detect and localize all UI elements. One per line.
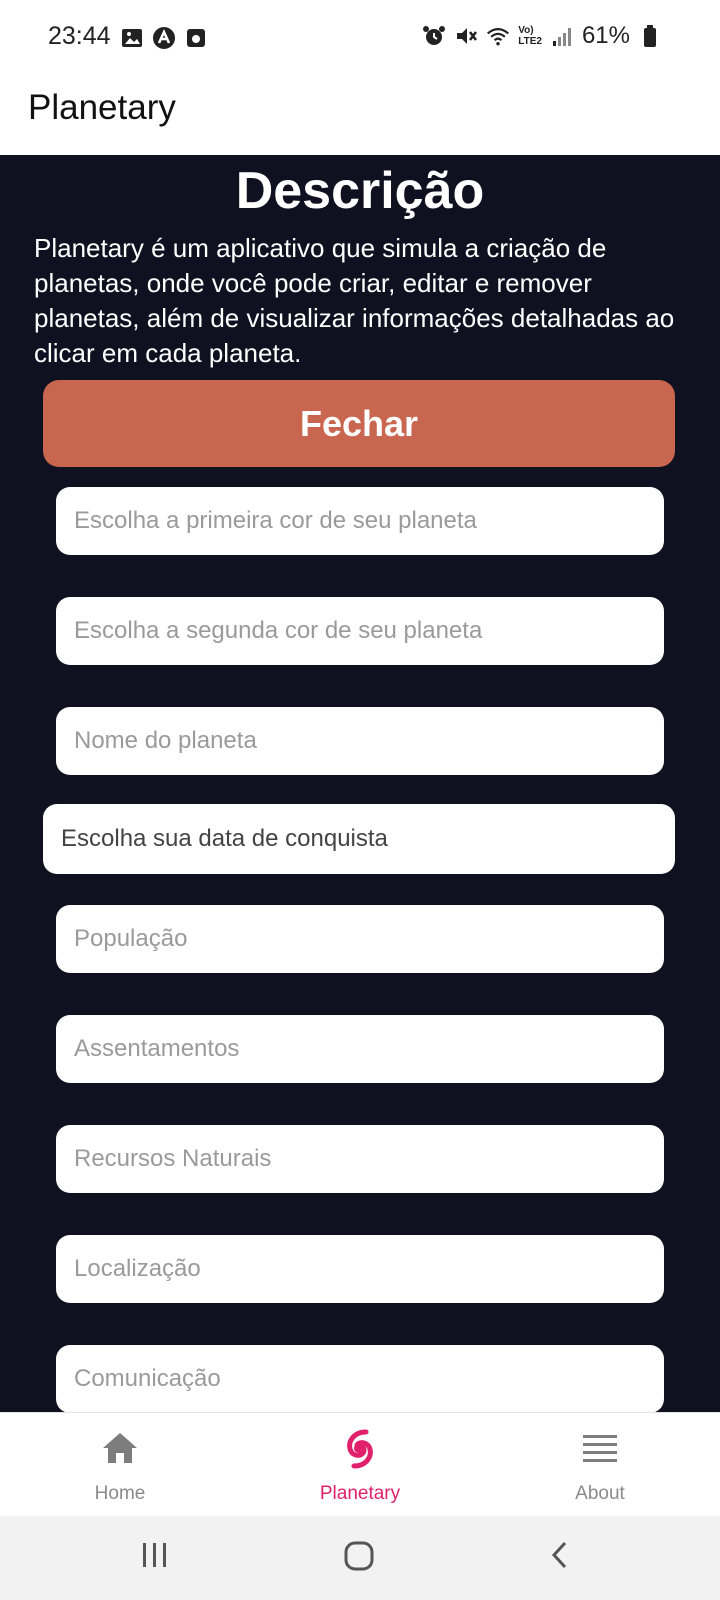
communication-input[interactable]: Comunicação	[56, 1345, 664, 1412]
description-text: Planetary é um aplicativo que simula a c…	[34, 233, 675, 368]
mute-icon	[454, 24, 478, 48]
wifi-icon	[486, 24, 510, 48]
notification-a-icon	[152, 26, 176, 50]
planet-name-input[interactable]: Nome do planeta	[56, 707, 664, 775]
status-bar: 23:44 Vo) LTE2 61%	[0, 0, 720, 78]
nav-label-about: About	[575, 1483, 625, 1504]
status-notification-icons	[120, 26, 208, 50]
nav-item-home[interactable]: Home	[0, 1413, 240, 1517]
nav-label-home: Home	[94, 1483, 146, 1504]
first-color-input[interactable]: Escolha a primeira cor de seu planeta	[56, 487, 664, 555]
battery-icon	[638, 24, 662, 48]
image-icon	[120, 26, 144, 50]
population-input[interactable]: População	[56, 905, 664, 973]
nav-label-planetary: Planetary	[319, 1483, 401, 1504]
status-system-icons: Vo) LTE2 61%	[422, 22, 662, 50]
back-button[interactable]	[548, 1540, 572, 1575]
bottom-navigation: Home Planetary About	[0, 1412, 720, 1517]
main-content[interactable]: Descrição Planetary é um aplicativo que …	[0, 155, 720, 1412]
nav-item-about[interactable]: About	[480, 1413, 720, 1517]
home-icon	[100, 1429, 140, 1469]
natural-resources-input[interactable]: Recursos Naturais	[56, 1125, 664, 1193]
list-icon	[580, 1429, 620, 1469]
second-color-input[interactable]: Escolha a segunda cor de seu planeta	[56, 597, 664, 665]
system-navigation-bar	[0, 1516, 720, 1600]
battery-percent: 61%	[581, 22, 630, 49]
close-button[interactable]: Fechar	[43, 380, 675, 467]
alarm-icon	[422, 24, 446, 48]
location-input[interactable]: Localização	[56, 1235, 664, 1303]
home-button[interactable]	[343, 1540, 375, 1577]
recent-apps-button[interactable]	[140, 1540, 170, 1575]
signal-icon	[550, 24, 574, 48]
conquest-date-button[interactable]: Escolha sua data de conquista	[43, 804, 675, 874]
settlements-input[interactable]: Assentamentos	[56, 1015, 664, 1083]
planet-swirl-icon	[340, 1429, 380, 1469]
app-square-icon	[184, 26, 208, 50]
app-title: Planetary	[28, 88, 176, 127]
status-time: 23:44	[48, 22, 111, 50]
description-title: Descrição	[235, 162, 485, 220]
network-type-label: Vo) LTE2	[518, 25, 542, 47]
nav-item-planetary[interactable]: Planetary	[240, 1413, 480, 1517]
